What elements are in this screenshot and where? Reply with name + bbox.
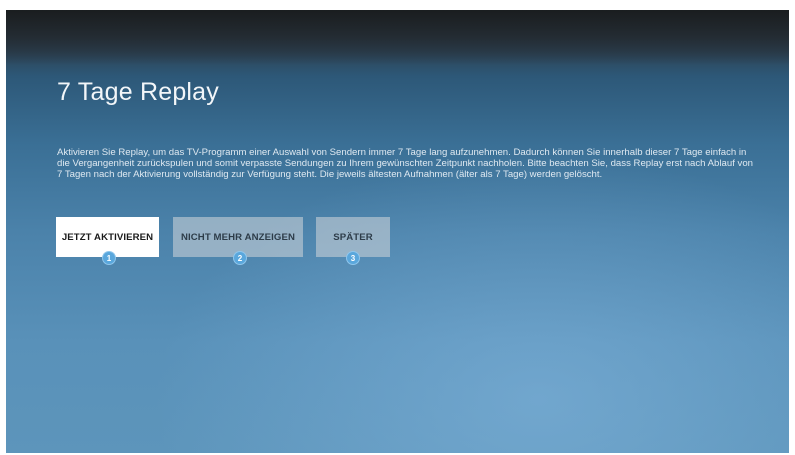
top-shade — [6, 10, 789, 65]
tv-screen: 7 Tage Replay Aktivieren Sie Replay, um … — [6, 10, 789, 453]
number-badge-3: 3 — [346, 251, 360, 265]
number-badge-1: 1 — [102, 251, 116, 265]
dialog-title: 7 Tage Replay — [57, 78, 219, 106]
number-badge-2: 2 — [233, 251, 247, 265]
dialog-description: Aktivieren Sie Replay, um das TV-Program… — [57, 147, 753, 181]
